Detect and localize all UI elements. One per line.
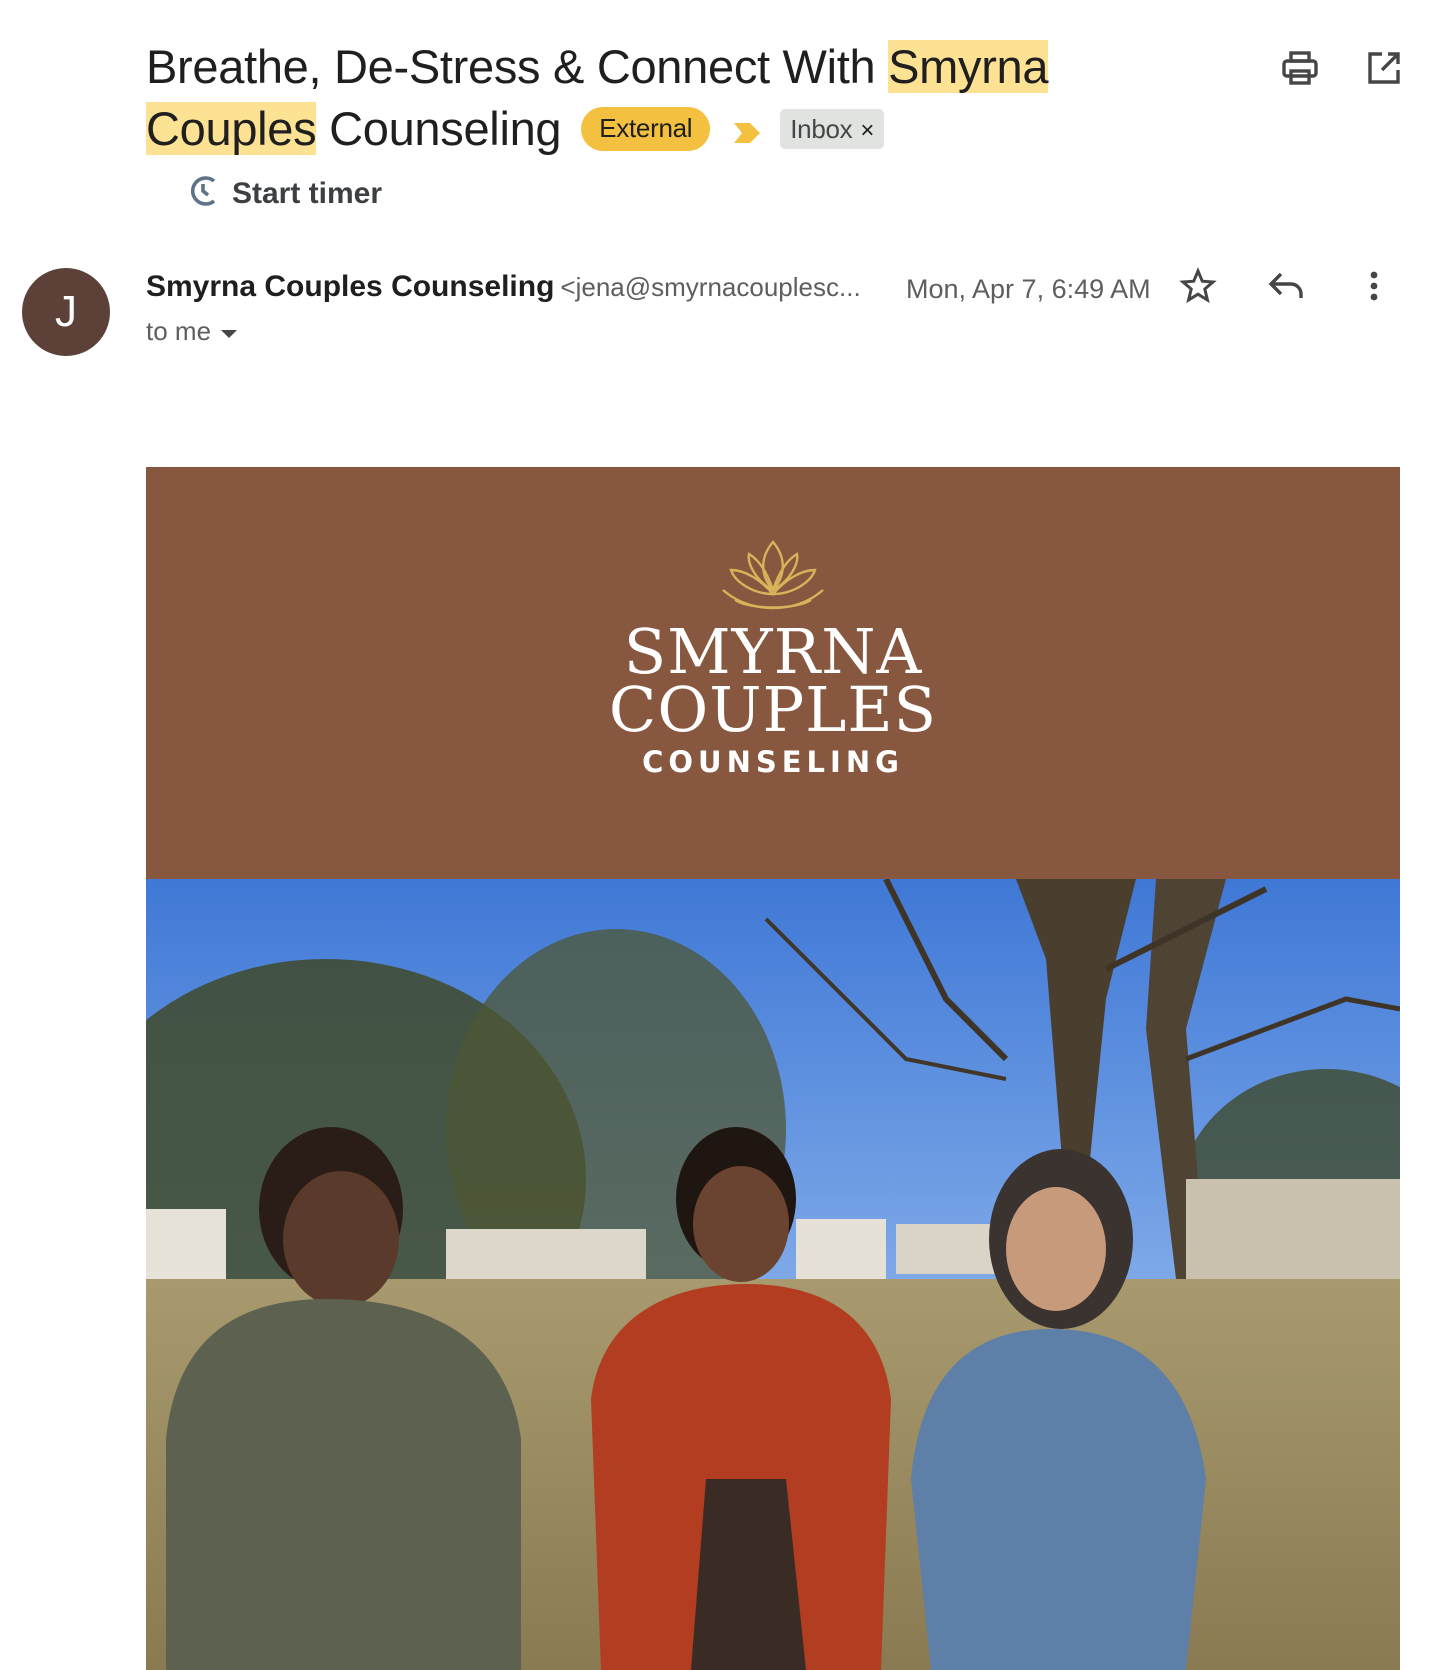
email-hero-photo xyxy=(146,879,1400,1670)
inbox-label-chip: Inbox × xyxy=(780,108,885,149)
subject-text-end: Counseling xyxy=(316,102,562,155)
email-subject-area: Breathe, De-Stress & Connect With Smyrna… xyxy=(146,36,1146,164)
caret-down-icon xyxy=(219,316,239,347)
subject-highlight-1: Smyrna xyxy=(888,40,1049,93)
logo-text-couples: COUPLES xyxy=(608,672,938,746)
print-icon[interactable] xyxy=(1280,48,1320,88)
sender-info: Smyrna Couples Counseling <jena@smyrnacou… xyxy=(146,270,861,304)
remove-label-icon[interactable]: × xyxy=(860,117,874,144)
sender-name[interactable]: Smyrna Couples Counseling xyxy=(146,270,554,303)
start-timer-button[interactable]: Start timer xyxy=(188,174,382,213)
inbox-label-text: Inbox xyxy=(790,113,853,144)
thread-actions xyxy=(1280,48,1404,88)
recipients-label: to me xyxy=(146,316,212,346)
recipients-toggle[interactable]: to me xyxy=(146,316,239,347)
email-date: Mon, Apr 7, 6:49 AM xyxy=(906,274,1151,304)
subject-text: Breathe, De-Stress & Connect With xyxy=(146,40,889,93)
logo-text-smyrna: SMYRNA xyxy=(623,614,923,688)
logo-text-counseling: COUNSELING xyxy=(642,744,904,779)
email-banner: SMYRNA COUPLES COUNSELING xyxy=(146,467,1400,879)
message-actions xyxy=(1178,266,1394,306)
lotus-logo-icon xyxy=(713,538,833,623)
subject-highlight-2: Couples xyxy=(146,102,317,155)
sender-email: <jena@smyrnacouplesc... xyxy=(560,272,861,302)
start-timer-label: Start timer xyxy=(232,176,383,210)
timer-icon xyxy=(188,174,222,213)
more-vert-icon[interactable] xyxy=(1354,266,1394,306)
external-badge: External xyxy=(581,106,711,151)
email-subject: Breathe, De-Stress & Connect With Smyrna… xyxy=(146,36,1146,164)
star-icon[interactable] xyxy=(1178,266,1218,306)
reply-icon[interactable] xyxy=(1266,266,1306,306)
avatar[interactable]: J xyxy=(22,268,110,356)
open-in-new-icon[interactable] xyxy=(1364,48,1404,88)
importance-marker-icon[interactable] xyxy=(732,98,762,160)
